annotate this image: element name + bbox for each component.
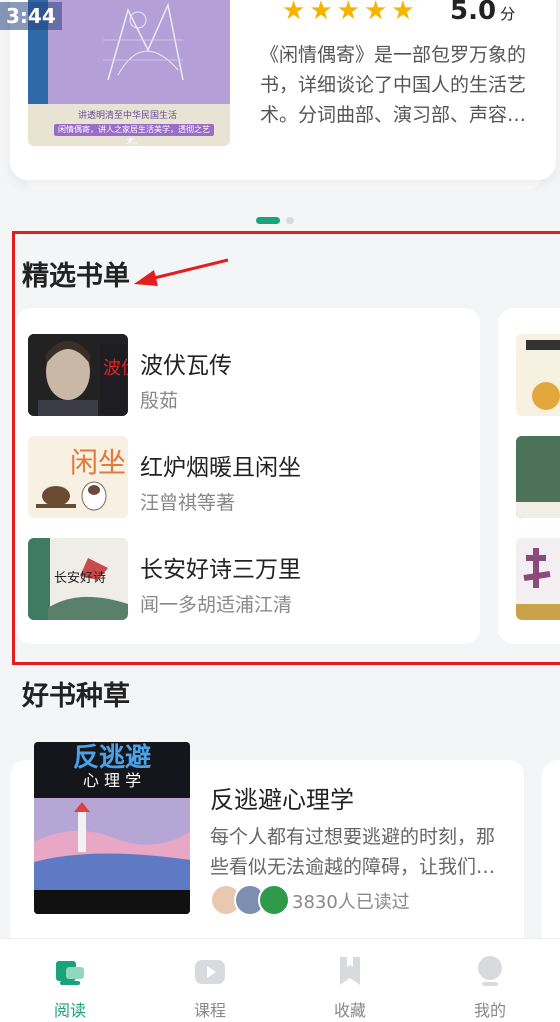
- tab-label: 课程: [193, 1001, 226, 1020]
- carousel-dot: [286, 217, 294, 224]
- book-author: 汪曾祺等著: [140, 492, 236, 514]
- annotation-arrow: [134, 258, 229, 286]
- cover-text: 长安好诗: [54, 571, 106, 586]
- star-icon: ★: [309, 0, 333, 26]
- rating-value: 5.0: [450, 0, 497, 26]
- cover-caption: 讲透明清至中华民国生活: [78, 111, 178, 121]
- featured-book-card[interactable]: 讲透明清至中华民国生活 闲情偶寄，讲人之家居生活美学，透彻之艺术。 ★ ★ ★ …: [10, 0, 556, 190]
- tab-reading[interactable]: 阅读: [0, 939, 140, 1022]
- book-reading-icon: [56, 961, 84, 985]
- booklist-card[interactable]: 波伏瓦 波伏瓦传 殷茹 闲坐 红炉烟暖且闲坐 汪曾祺等著: [16, 308, 480, 644]
- star-icon: ★: [282, 0, 306, 26]
- cover-banner: 闲情偶寄，讲人之家居生活美学，透彻之艺术。: [54, 124, 214, 146]
- recommended-book-card[interactable]: 反逃避 心 理 学 反逃避心理学 每个人都有过想要逃避的时刻，那些看似无法逾越的…: [10, 742, 524, 960]
- avatar: [258, 884, 290, 916]
- list-item[interactable]: 波伏瓦 波伏瓦传 殷茹: [28, 334, 468, 416]
- star-icon: ★: [391, 0, 415, 26]
- card-stack-shadow: [24, 176, 542, 190]
- portrait-illustration: 波伏瓦: [28, 334, 128, 416]
- video-play-icon: [195, 960, 225, 984]
- star-icon: ★: [363, 0, 388, 26]
- star-icon: ★: [336, 0, 360, 26]
- booklist-section-title: 精选书单: [22, 261, 130, 292]
- status-time: 3:44: [0, 2, 62, 30]
- cover-text: 闲坐: [70, 446, 126, 479]
- green-cover-illustration: [516, 436, 560, 518]
- tab-label: 我的: [473, 1001, 506, 1020]
- bottom-tab-bar: 阅读 课程 收藏 我的: [0, 938, 560, 1022]
- book-title: 波伏瓦传: [140, 353, 232, 379]
- teapot-cat-illustration: 闲坐: [28, 436, 128, 518]
- tab-profile[interactable]: 我的: [420, 939, 560, 1022]
- recommended-book-cover[interactable]: 反逃避 心 理 学: [34, 742, 190, 914]
- rating-unit: 分: [500, 5, 516, 23]
- book-cover: [516, 538, 560, 620]
- tab-label: 收藏: [333, 1001, 366, 1020]
- horse-rider-illustration: 长安好诗: [28, 538, 128, 620]
- next-booklist-card[interactable]: [498, 308, 560, 644]
- rating-score: 5.0 分: [450, 0, 515, 26]
- book-author: 闻一多胡适浦江清: [140, 594, 293, 616]
- tab-courses[interactable]: 课程: [140, 939, 280, 1022]
- cover-subtitle: 心 理 学: [83, 771, 141, 790]
- bookmark-icon: [340, 957, 360, 985]
- list-item[interactable]: 闲坐 红炉烟暖且闲坐 汪曾祺等著: [28, 436, 468, 518]
- rating-stars: ★ ★ ★ ★ ★: [282, 0, 415, 24]
- cover-sketch-illustration: [103, 2, 184, 81]
- book-cover: [516, 334, 560, 416]
- pastry-illustration: [516, 334, 560, 416]
- book-cover: 波伏瓦: [28, 334, 128, 416]
- book-author: 殷茹: [140, 390, 179, 412]
- book-cover: [516, 436, 560, 518]
- profile-icon: [478, 956, 502, 986]
- book-cover: 闲坐: [28, 436, 128, 518]
- calligraphy-illustration: [516, 538, 560, 620]
- list-item[interactable]: 长安好诗 长安好诗三万里 闻一多胡适浦江清: [28, 538, 468, 620]
- recommended-book-title: 反逃避心理学: [210, 786, 354, 814]
- reader-avatars: [210, 884, 290, 916]
- book-title: 红炉烟暖且闲坐: [140, 455, 301, 481]
- carousel-indicator: [256, 217, 294, 224]
- tab-label: 阅读: [53, 1001, 86, 1020]
- recommended-book-description: 每个人都有过想要逃避的时刻，那些看似无法逾越的障碍，让我们想要退缩: [210, 826, 496, 878]
- carousel-dot-active: [256, 217, 280, 224]
- next-recommend-card[interactable]: [542, 760, 560, 960]
- cover-title: 反逃避: [73, 742, 151, 773]
- lighthouse-illustration: 反逃避 心 理 学: [34, 742, 190, 914]
- reader-count: 3830人已读过: [292, 892, 410, 913]
- featured-book-description: 《闲情偶寄》是一部包罗万象的书，详细谈论了中国人的生活艺术。分词曲部、演习部、声…: [260, 44, 527, 126]
- cover-text: 波伏瓦: [103, 358, 128, 379]
- tab-favorites[interactable]: 收藏: [280, 939, 420, 1022]
- book-title: 长安好诗三万里: [140, 557, 301, 583]
- book-cover: 长安好诗: [28, 538, 128, 620]
- recommend-section-title: 好书种草: [22, 681, 130, 712]
